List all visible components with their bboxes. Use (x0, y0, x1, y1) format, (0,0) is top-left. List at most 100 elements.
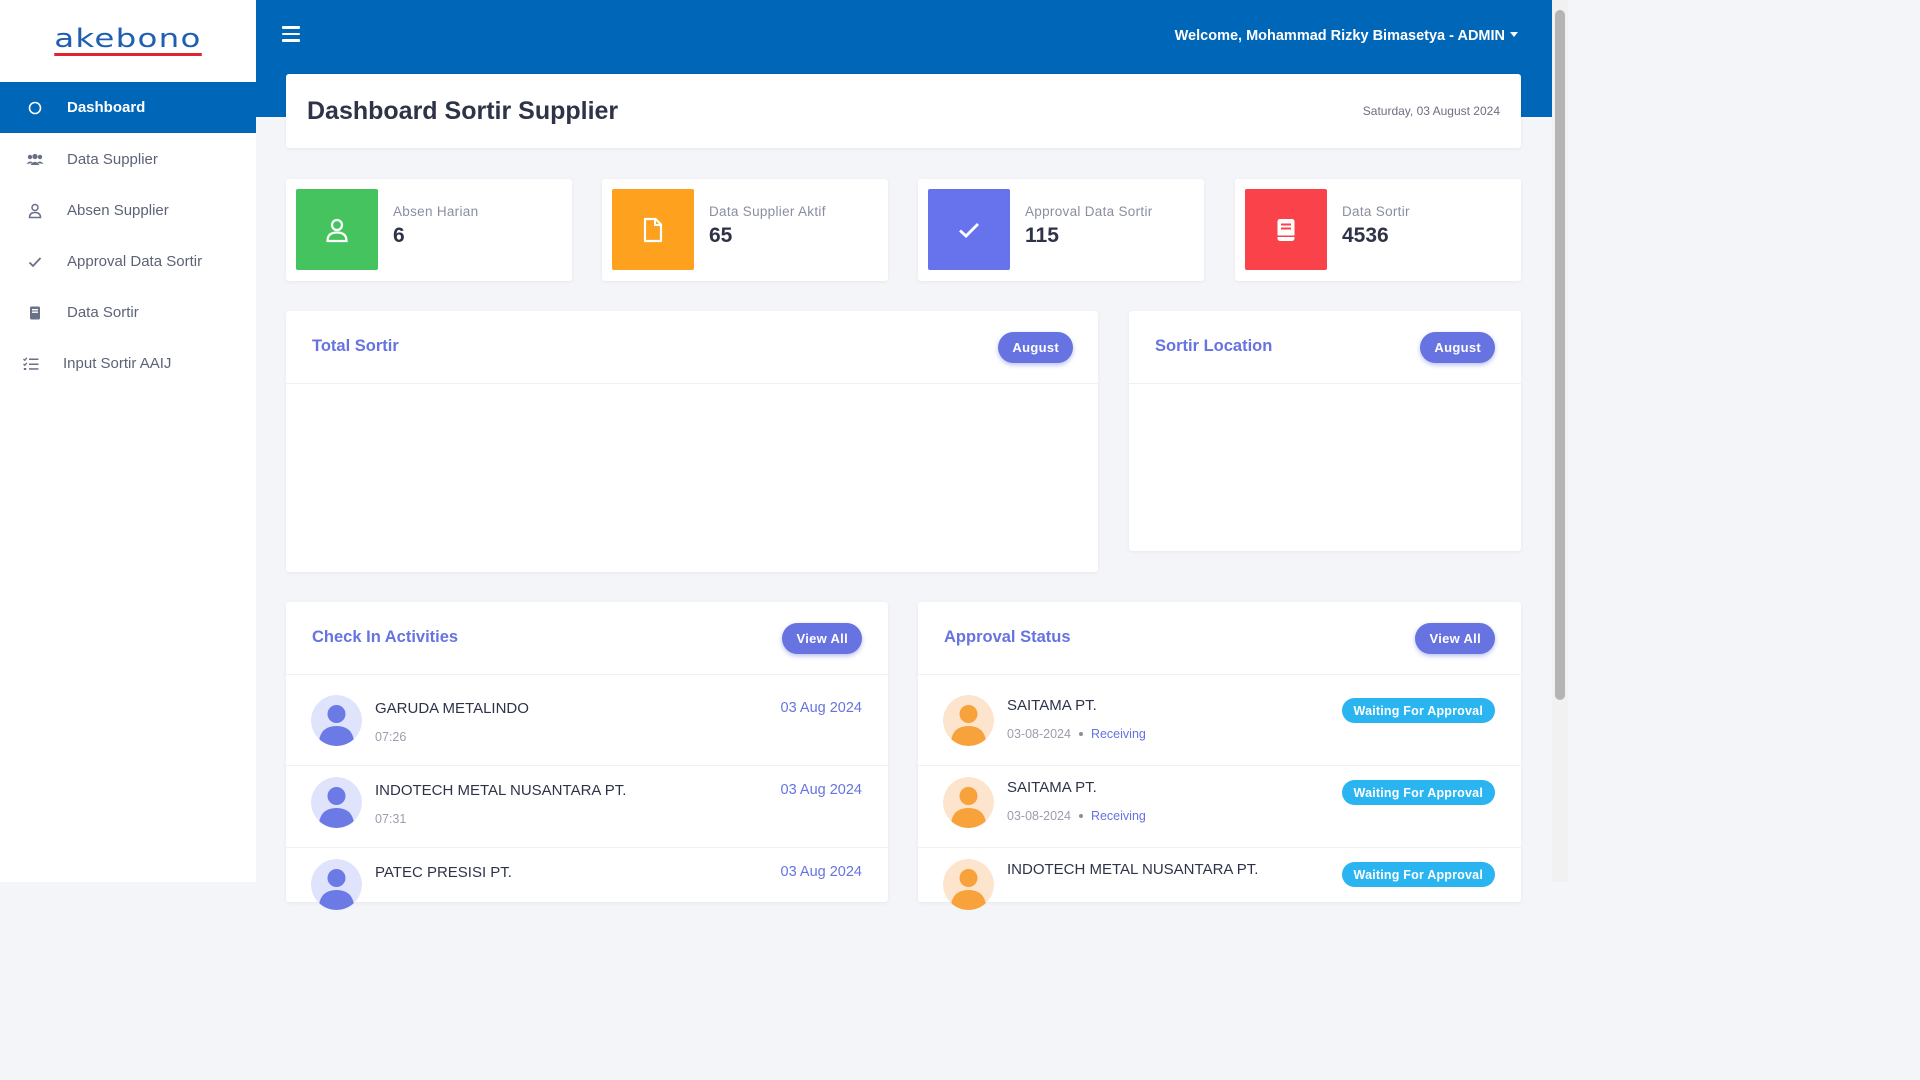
check-in-date: 03 Aug 2024 (780, 782, 862, 798)
list-item[interactable]: INDOTECH METAL NUSANTARA PT. 07:31 03 Au… (286, 766, 888, 848)
check-in-time: 07:31 (375, 812, 407, 826)
panel-title: Check In Activities (312, 628, 459, 646)
stat-icon-box (612, 189, 694, 270)
avatar (943, 859, 994, 910)
stat-value: 4536 (1342, 224, 1389, 247)
circle-icon (26, 99, 44, 117)
sidebar-item-data-sortir[interactable]: Data Sortir (0, 287, 256, 338)
supplier-name: PATEC PRESISI PT. (375, 864, 512, 881)
view-all-button[interactable]: View All (1415, 623, 1495, 654)
avatar (943, 695, 994, 746)
approval-date: 03-08-2024 (1007, 809, 1071, 823)
sidebar-item-absen-supplier[interactable]: Absen Supplier (0, 185, 256, 236)
stat-card-approval-data-sortir: Approval Data Sortir 115 (918, 179, 1204, 281)
check-in-activities-panel: Check In Activities View All GARUDA META… (286, 602, 888, 910)
approval-meta: 03-08-2024 Receiving (1007, 727, 1146, 741)
supplier-name: GARUDA METALINDO (375, 700, 529, 717)
sidebar: akebono Dashboard Data Supplier Absen Su… (0, 0, 256, 882)
avatar (311, 859, 362, 910)
check-icon (959, 222, 979, 238)
approval-meta: 03-08-2024 Receiving (1007, 809, 1146, 823)
welcome-text: Welcome, Mohammad Rizky Bimasetya - ADMI… (1174, 28, 1505, 44)
panel-header: Total Sortir August (286, 311, 1098, 384)
month-filter-button[interactable]: August (998, 332, 1073, 363)
panel-title: Approval Status (944, 628, 1071, 646)
sortir-location-panel: Sortir Location August (1129, 311, 1521, 551)
month-filter-button[interactable]: August (1420, 332, 1495, 363)
sidebar-item-input-sortir-aaij[interactable]: Input Sortir AAIJ (0, 338, 256, 389)
status-badge: Waiting For Approval (1341, 698, 1495, 723)
stat-label: Approval Data Sortir (1025, 204, 1153, 219)
supplier-name: INDOTECH METAL NUSANTARA PT. (1007, 861, 1259, 878)
check-in-date: 03 Aug 2024 (780, 864, 862, 880)
approval-status-panel: Approval Status View All SAITAMA PT. 03-… (918, 602, 1521, 910)
supplier-name: INDOTECH METAL NUSANTARA PT. (375, 782, 627, 799)
stat-label: Data Supplier Aktif (709, 204, 826, 219)
sidebar-item-label: Dashboard (67, 99, 146, 116)
sidebar-item-label: Data Sortir (67, 304, 139, 321)
user-icon (26, 202, 44, 220)
sidebar-item-dashboard[interactable]: Dashboard (0, 82, 256, 133)
list-item[interactable]: PATEC PRESISI PT. 03 Aug 2024 (286, 848, 888, 930)
department-tag: Receiving (1090, 809, 1146, 823)
sidebar-item-label: Data Supplier (67, 151, 158, 168)
supplier-name: SAITAMA PT. (1007, 779, 1097, 796)
caret-down-icon (1510, 32, 1518, 37)
list-item[interactable]: SAITAMA PT. 03-08-2024 Receiving Waiting … (918, 766, 1521, 848)
stat-icon-box (928, 189, 1010, 270)
status-badge: Waiting For Approval (1341, 862, 1495, 887)
separator-dot (1078, 814, 1083, 818)
stat-value: 115 (1025, 224, 1059, 247)
stat-card-absen-harian: Absen Harian 6 (286, 179, 572, 281)
sidebar-item-label: Input Sortir AAIJ (63, 355, 172, 372)
check-icon (26, 253, 44, 271)
list-item[interactable]: SAITAMA PT. 03-08-2024 Receiving Waiting … (918, 684, 1521, 766)
stat-card-data-supplier-aktif: Data Supplier Aktif 65 (602, 179, 888, 281)
stat-icon-box (1245, 189, 1327, 270)
list-check-icon (22, 355, 40, 373)
list-item[interactable]: GARUDA METALINDO 07:26 03 Aug 2024 (286, 684, 888, 766)
hamburger-icon[interactable] (282, 26, 300, 46)
book-icon (1277, 218, 1295, 241)
logo-text: akebono (54, 24, 202, 56)
user-menu[interactable]: Welcome, Mohammad Rizky Bimasetya - ADMI… (1175, 28, 1518, 44)
panel-header: Check In Activities View All (286, 602, 888, 675)
stat-label: Absen Harian (393, 204, 479, 219)
user-icon (326, 218, 348, 242)
avatar (311, 777, 362, 828)
page-date: Saturday, 03 August 2024 (1362, 104, 1500, 118)
avatar (943, 777, 994, 828)
panel-title: Total Sortir (312, 337, 399, 355)
panel-header: Approval Status View All (918, 602, 1521, 675)
sidebar-item-approval-data-sortir[interactable]: Approval Data Sortir (0, 236, 256, 287)
view-all-button[interactable]: View All (782, 623, 862, 654)
sidebar-item-label: Absen Supplier (67, 202, 169, 219)
status-badge: Waiting For Approval (1341, 780, 1495, 805)
stat-value: 6 (393, 224, 405, 247)
avatar (311, 695, 362, 746)
check-in-time: 07:26 (375, 730, 407, 744)
scrollbar-thumb[interactable] (1555, 10, 1565, 700)
stat-card-data-sortir: Data Sortir 4536 (1235, 179, 1521, 281)
total-sortir-panel: Total Sortir August (286, 311, 1098, 572)
scrollbar[interactable] (1552, 0, 1568, 882)
users-icon (26, 151, 44, 169)
brand-logo[interactable]: akebono (0, 0, 256, 82)
panel-title: Sortir Location (1155, 337, 1273, 355)
page-title: Dashboard Sortir Supplier (307, 97, 619, 125)
page-header: Dashboard Sortir Supplier Saturday, 03 A… (286, 74, 1521, 148)
approval-date: 03-08-2024 (1007, 727, 1071, 741)
stat-value: 65 (709, 224, 733, 247)
file-icon (643, 217, 663, 242)
stat-label: Data Sortir (1342, 204, 1410, 219)
sidebar-item-label: Approval Data Sortir (67, 253, 203, 270)
list-item[interactable]: INDOTECH METAL NUSANTARA PT. Waiting For… (918, 848, 1521, 930)
book-icon (26, 304, 44, 322)
separator-dot (1078, 732, 1083, 736)
panel-header: Sortir Location August (1129, 311, 1521, 384)
supplier-name: SAITAMA PT. (1007, 697, 1097, 714)
department-tag: Receiving (1090, 727, 1146, 741)
check-in-date: 03 Aug 2024 (780, 700, 862, 716)
sidebar-item-data-supplier[interactable]: Data Supplier (0, 134, 256, 185)
stat-icon-box (296, 189, 378, 270)
